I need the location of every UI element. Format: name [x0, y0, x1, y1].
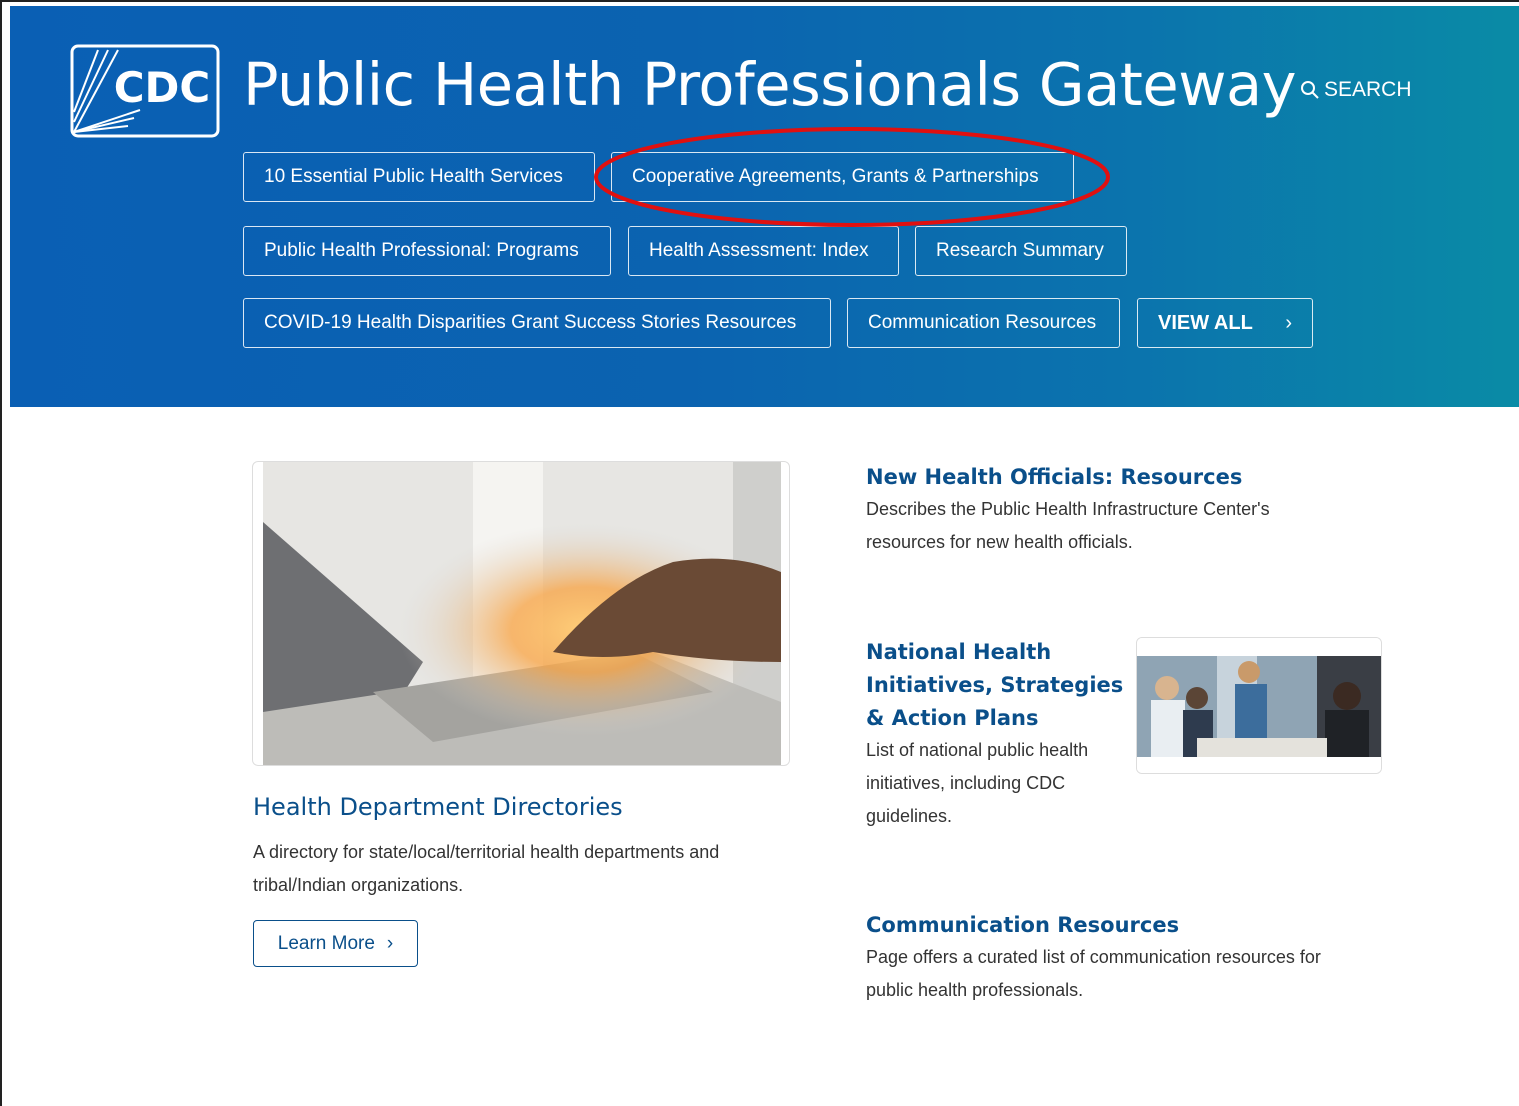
search-icon: [1301, 81, 1319, 99]
view-all-label: VIEW ALL: [1158, 311, 1253, 334]
new-health-officials-desc-1: Describes the Public Health Infrastructu…: [866, 499, 1270, 519]
communication-resources-link[interactable]: Communication Resources: [866, 913, 1179, 937]
national-initiatives-desc-1: List of national public health: [866, 740, 1089, 760]
view-all-button[interactable]: VIEW ALL ›: [1137, 298, 1313, 348]
svg-text:CDC: CDC: [114, 63, 211, 112]
site-title: Public Health Professionals Gateway: [243, 50, 1297, 119]
featured-image: [252, 461, 790, 766]
featured-description-line2: tribal/Indian organizations.: [253, 875, 464, 895]
chevron-right-icon: ›: [386, 932, 394, 954]
nav-research-summary[interactable]: Research Summary: [915, 226, 1127, 276]
featured-description-line1: A directory for state/local/territorial …: [253, 842, 720, 862]
search-button[interactable]: SEARCH: [1300, 78, 1412, 102]
new-health-officials-link[interactable]: New Health Officials: Resources: [866, 465, 1242, 489]
featured-title-link[interactable]: Health Department Directories: [253, 793, 623, 821]
team-meeting-image: [1136, 637, 1382, 774]
national-initiatives-link-2[interactable]: Initiatives, Strategies: [866, 673, 1123, 697]
nav-phpr-programs[interactable]: Public Health Professional: Programs: [243, 226, 611, 276]
national-initiatives-link-1[interactable]: National Health: [866, 640, 1051, 664]
learn-more-label: Learn More: [277, 932, 375, 954]
nav-covid-grant-stories[interactable]: COVID-19 Health Disparities Grant Succes…: [243, 298, 831, 348]
new-health-officials-desc-2: resources for new health officials.: [866, 532, 1133, 552]
national-initiatives-desc-2: initiatives, including CDC: [866, 773, 1066, 793]
national-initiatives-link-3[interactable]: & Action Plans: [866, 706, 1038, 730]
national-initiatives-desc-3: guidelines.: [866, 806, 953, 826]
cdc-logo[interactable]: CDC: [70, 44, 220, 138]
chevron-right-icon: ›: [1285, 311, 1292, 334]
nav-health-assessment-index[interactable]: Health Assessment: Index: [628, 226, 899, 276]
communication-resources-desc-1: Page offers a curated list of communicat…: [866, 947, 1321, 967]
nav-communication-resources[interactable]: Communication Resources: [847, 298, 1120, 348]
search-label: SEARCH: [1324, 78, 1412, 101]
nav-10-essential-services[interactable]: 10 Essential Public Health Services: [243, 152, 595, 202]
communication-resources-desc-2: public health professionals.: [866, 980, 1084, 1000]
nav-cooperative-agreements[interactable]: Cooperative Agreements, Grants & Partner…: [611, 152, 1074, 202]
learn-more-button[interactable]: Learn More ›: [253, 920, 418, 967]
